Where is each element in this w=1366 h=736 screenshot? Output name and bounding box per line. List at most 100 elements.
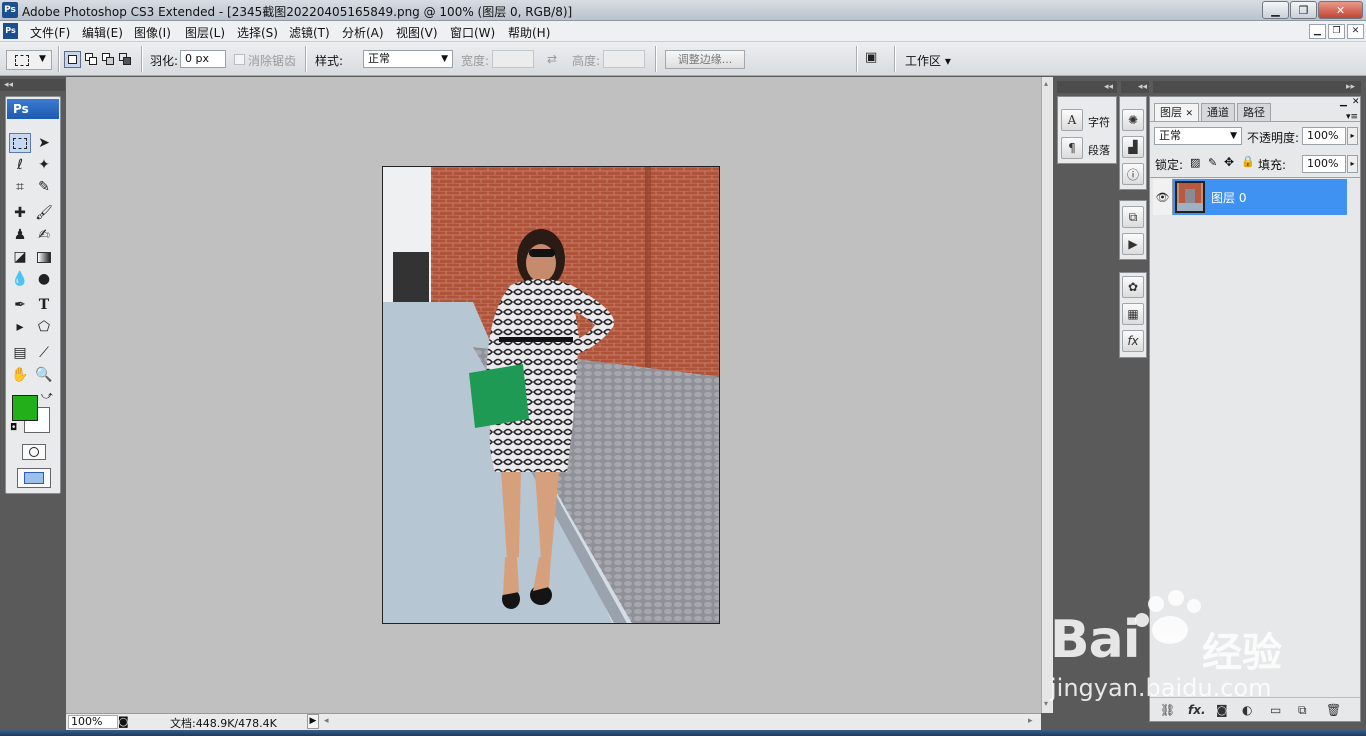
fill-arrow-icon[interactable]: ▸ — [1347, 155, 1358, 173]
brush-tool-icon[interactable]: 🖌 — [33, 203, 55, 223]
notes-tool-icon[interactable]: ▤ — [9, 343, 31, 363]
collapse-icon[interactable]: ◂◂ — [1121, 81, 1149, 93]
maximize-button[interactable]: ❐ — [1290, 1, 1317, 19]
scroll-up-icon[interactable]: ▴ — [1044, 79, 1048, 88]
path-selection-tool-icon[interactable]: ▸ — [9, 317, 31, 337]
quick-mask-icon[interactable] — [22, 444, 46, 460]
new-layer-icon[interactable]: ⧉ — [1298, 703, 1307, 718]
intersect-selection-icon[interactable] — [117, 51, 134, 68]
custom-shape-tool-icon[interactable]: ⬠ — [33, 317, 55, 337]
tab-paths[interactable]: 路径 — [1237, 103, 1271, 121]
slice-tool-icon[interactable]: ✎ — [33, 177, 55, 197]
panel-close-icon[interactable]: ✕ — [1352, 97, 1360, 107]
swap-icon[interactable]: ⇄ — [547, 52, 557, 66]
lock-all-icon[interactable]: 🔒 — [1241, 155, 1255, 168]
doc-minimize-button[interactable]: ▁ — [1309, 24, 1326, 39]
menu-image[interactable]: 图像(I) — [134, 24, 171, 41]
minimize-button[interactable]: ▁ — [1262, 1, 1289, 19]
new-group-icon[interactable]: ▭ — [1270, 703, 1281, 717]
menu-analysis[interactable]: 分析(A) — [342, 24, 384, 41]
collapse-icon[interactable]: ◂◂ — [0, 79, 65, 91]
gradient-tool-icon[interactable] — [33, 247, 55, 267]
delete-layer-icon[interactable]: 🗑 — [1326, 703, 1341, 717]
screen-mode-icon[interactable] — [17, 468, 51, 488]
menu-filter[interactable]: 滤镜(T) — [289, 24, 330, 41]
info-icon[interactable]: ⓘ — [1122, 163, 1144, 185]
clone-stamp-tool-icon[interactable]: ♟ — [9, 225, 31, 245]
styles-icon[interactable]: fx — [1122, 330, 1144, 352]
crop-tool-icon[interactable]: ⌗ — [9, 177, 31, 197]
close-button[interactable]: ✕ — [1318, 1, 1363, 19]
eyedropper-tool-icon[interactable]: ⟋ — [33, 343, 55, 363]
doc-status-icon[interactable]: ◙ — [118, 715, 129, 728]
move-tool-icon[interactable]: ➤ — [33, 133, 55, 153]
doc-close-button[interactable]: ✕ — [1347, 24, 1364, 39]
zoom-tool-icon[interactable]: 🔍 — [33, 365, 55, 385]
panel-minimize-icon[interactable]: ▁ — [1340, 97, 1347, 107]
menu-view[interactable]: 视图(V) — [396, 24, 438, 41]
collapse-icon[interactable]: ▸▸ — [1153, 81, 1361, 93]
scroll-down-icon[interactable]: ▾ — [1044, 699, 1048, 708]
paragraph-icon[interactable]: ¶ — [1061, 137, 1083, 159]
character-icon[interactable]: A — [1061, 109, 1083, 131]
eye-icon[interactable]: 👁 — [1153, 179, 1173, 215]
blend-mode-select[interactable]: 正常 ▼ — [1154, 127, 1242, 145]
opacity-arrow-icon[interactable]: ▸ — [1347, 127, 1358, 145]
width-input[interactable] — [492, 50, 534, 68]
magic-wand-tool-icon[interactable]: ✦ — [33, 155, 55, 175]
blur-tool-icon[interactable]: 💧 — [9, 269, 31, 289]
lasso-tool-icon[interactable]: ℓ — [9, 155, 31, 175]
lock-transparency-icon[interactable]: ▨ — [1190, 156, 1200, 169]
document-icon[interactable]: Ps — [3, 23, 18, 39]
subtract-selection-icon[interactable] — [100, 51, 117, 68]
close-icon[interactable]: ✕ — [1186, 109, 1194, 119]
rect-marquee-tool-icon[interactable] — [9, 133, 31, 153]
layer-row[interactable]: 👁 图层 0 — [1153, 179, 1347, 215]
foreground-color-swatch[interactable] — [12, 395, 38, 421]
fill-input[interactable]: 100% — [1302, 155, 1346, 173]
pen-tool-icon[interactable]: ✒ — [9, 295, 31, 315]
tab-layers[interactable]: 图层 ✕ — [1154, 103, 1200, 121]
status-menu-arrow-icon[interactable]: ▶ — [307, 714, 319, 729]
hand-tool-icon[interactable]: ✋ — [9, 365, 31, 385]
collapse-icon[interactable]: ◂◂ — [1057, 81, 1117, 93]
type-tool-icon[interactable]: T — [33, 295, 55, 315]
lock-position-icon[interactable]: ✥ — [1224, 155, 1234, 169]
history-brush-tool-icon[interactable]: ✍ — [33, 225, 55, 245]
brushes-icon[interactable]: ✿ — [1122, 276, 1144, 298]
eraser-tool-icon[interactable]: ◪ — [9, 247, 31, 267]
menu-select[interactable]: 选择(S) — [237, 24, 278, 41]
doc-restore-button[interactable]: ❐ — [1328, 24, 1345, 39]
paragraph-label[interactable]: 段落 — [1088, 142, 1110, 158]
lock-pixels-icon[interactable]: ✎ — [1208, 156, 1217, 169]
character-label[interactable]: 字符 — [1088, 114, 1110, 130]
bridge-icon[interactable]: ▣ — [865, 50, 887, 68]
opacity-input[interactable]: 100% — [1302, 127, 1346, 145]
healing-brush-tool-icon[interactable]: ✚ — [9, 203, 31, 223]
menu-file[interactable]: 文件(F) — [30, 24, 70, 41]
layer-mask-icon[interactable]: ◙ — [1216, 703, 1228, 717]
link-layers-icon[interactable]: ⛓ — [1160, 703, 1175, 717]
layer-style-icon[interactable]: fx. — [1188, 703, 1206, 717]
menu-help[interactable]: 帮助(H) — [508, 24, 550, 41]
menu-layer[interactable]: 图层(L) — [185, 24, 225, 41]
height-input[interactable] — [603, 50, 645, 68]
refine-edge-button[interactable]: 调整边缘... — [665, 50, 745, 69]
workspace-menu[interactable]: 工作区 ▾ — [905, 52, 951, 69]
swatches-icon[interactable]: ▦ — [1122, 303, 1144, 325]
new-selection-icon[interactable] — [64, 51, 81, 68]
menu-window[interactable]: 窗口(W) — [450, 24, 495, 41]
menu-edit[interactable]: 编辑(E) — [82, 24, 123, 41]
dodge-tool-icon[interactable]: ● — [33, 269, 55, 289]
tab-channels[interactable]: 通道 — [1201, 103, 1235, 121]
swap-colors-icon[interactable]: ⤻ — [41, 389, 53, 403]
scroll-right-icon[interactable]: ▸ — [1028, 716, 1033, 726]
feather-input[interactable]: 0 px — [180, 50, 226, 68]
style-select[interactable]: 正常 ▼ — [363, 50, 453, 68]
document-image[interactable] — [382, 166, 720, 624]
zoom-field[interactable]: 100% — [68, 715, 118, 729]
default-colors-icon[interactable]: ◘ — [10, 423, 17, 433]
antialias-checkbox[interactable] — [234, 54, 245, 65]
actions-icon[interactable]: ▶ — [1122, 233, 1144, 255]
navigator-icon[interactable]: ✺ — [1122, 109, 1144, 131]
